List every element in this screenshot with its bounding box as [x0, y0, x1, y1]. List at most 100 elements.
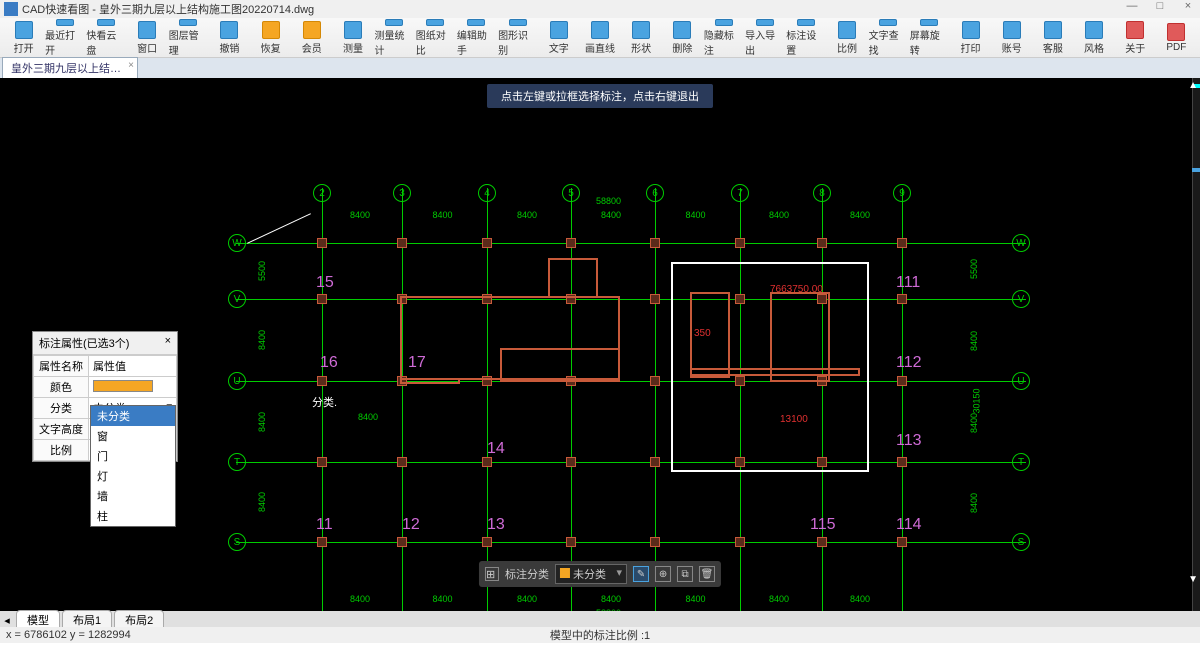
- dim-r-4: 8400: [969, 493, 979, 513]
- toolbar-文字查找[interactable]: 文字查找: [869, 19, 908, 57]
- grid-icon[interactable]: ⊞: [485, 567, 499, 581]
- toolbar-最近打开[interactable]: 最近打开: [45, 19, 84, 57]
- leader-line: [247, 213, 311, 243]
- prop-color-value[interactable]: [89, 377, 177, 398]
- grid-bubble-r-T: T: [1012, 453, 1030, 471]
- layout-prev-icon[interactable]: ◂: [0, 614, 14, 627]
- document-tab[interactable]: 皇外三期九层以上结… ×: [2, 57, 138, 78]
- dropdown-option-未分类[interactable]: 未分类: [91, 406, 175, 426]
- wall-segment: [548, 258, 598, 298]
- dim-top-0: 8400: [350, 210, 370, 220]
- toolbar-画直线[interactable]: 画直线: [580, 19, 619, 57]
- dropdown-option-灯[interactable]: 灯: [91, 466, 175, 486]
- toolbar-编辑助手[interactable]: 编辑助手: [457, 19, 496, 57]
- close-button[interactable]: ×: [1178, 0, 1198, 12]
- column-marker: [566, 457, 576, 467]
- toolbar-会员[interactable]: 会员: [292, 19, 331, 57]
- toolbar-图形识别[interactable]: 图形识别: [498, 19, 537, 57]
- dim-bot-2: 8400: [517, 594, 537, 604]
- dim-top-2: 8400: [517, 210, 537, 220]
- dim-r-1: 8400: [969, 331, 979, 351]
- copy-icon[interactable]: ⧉: [677, 566, 693, 582]
- column-marker: [317, 457, 327, 467]
- column-marker: [317, 376, 327, 386]
- tab-close-icon[interactable]: ×: [128, 60, 134, 71]
- dropdown-option-门[interactable]: 门: [91, 446, 175, 466]
- room-number-12: 12: [402, 516, 420, 534]
- toolbar-图层管理[interactable]: 图层管理: [169, 19, 208, 57]
- dropdown-option-窗[interactable]: 窗: [91, 426, 175, 446]
- column-marker: [566, 238, 576, 248]
- toolbar-客服[interactable]: 客服: [1033, 19, 1072, 57]
- grid-row-W: [236, 243, 1026, 244]
- nav-arrow-down[interactable]: ▼: [1188, 574, 1198, 585]
- app-icon: [4, 2, 18, 16]
- dropdown-option-柱[interactable]: 柱: [91, 506, 175, 526]
- column-marker: [317, 238, 327, 248]
- toolbar-形状[interactable]: 形状: [622, 19, 661, 57]
- move-icon[interactable]: ⊕: [655, 566, 671, 582]
- toolbar-恢复[interactable]: 恢复: [251, 19, 290, 57]
- grid-bubble-r-U: U: [1012, 372, 1030, 390]
- dim-bot-0: 8400: [350, 594, 370, 604]
- delete-icon[interactable]: 🗑: [699, 566, 715, 582]
- toolbar-风格[interactable]: 风格: [1074, 19, 1113, 57]
- column-marker: [817, 537, 827, 547]
- column-marker: [566, 537, 576, 547]
- annotation-category-select[interactable]: 未分类: [555, 564, 627, 584]
- toolbar-测量统计[interactable]: 测量统计: [375, 19, 414, 57]
- wall-segment: [500, 348, 620, 382]
- toolbar-屏幕旋转[interactable]: 屏幕旋转: [910, 19, 949, 57]
- color-swatch: [93, 380, 153, 392]
- toolbar-比例[interactable]: 比例: [827, 19, 866, 57]
- minimize-button[interactable]: —: [1122, 0, 1142, 12]
- grid-bubble-top-5: 5: [562, 184, 580, 202]
- grid-bubble-top-3: 3: [393, 184, 411, 202]
- column-marker: [735, 537, 745, 547]
- toolbar-标注设置[interactable]: 标注设置: [786, 19, 825, 57]
- toolbar-撤销[interactable]: 撤销: [210, 19, 249, 57]
- grid-bubble-l-S: S: [228, 533, 246, 551]
- dim-top-5: 8400: [769, 210, 789, 220]
- hint-banner: 点击左键或拉框选择标注，点击右键退出: [487, 84, 713, 108]
- dropdown-option-墙[interactable]: 墙: [91, 486, 175, 506]
- grid-row-T: [236, 462, 1026, 463]
- panel-close-icon[interactable]: ×: [165, 335, 171, 351]
- toolbar-测量[interactable]: 测量: [333, 19, 372, 57]
- maximize-button[interactable]: □: [1150, 0, 1170, 12]
- toolbar-关于[interactable]: 关于: [1116, 19, 1155, 57]
- grid-bubble-l-W: W: [228, 234, 246, 252]
- tab-label: 皇外三期九层以上结…: [11, 63, 121, 75]
- drawing-canvas[interactable]: 点击左键或拉框选择标注，点击右键退出 2233445566778899WWVVU…: [0, 78, 1200, 627]
- toolbar-账号[interactable]: 账号: [992, 19, 1031, 57]
- toolbar-文字[interactable]: 文字: [539, 19, 578, 57]
- dim-l-2: 8400: [257, 411, 267, 431]
- column-marker: [482, 457, 492, 467]
- title-bar: CAD快速看图 - 皇外三期九层以上结构施工图20220714.dwg — □ …: [0, 0, 1200, 18]
- prop-scale-label: 比例: [34, 440, 89, 461]
- dim-l-0: 5500: [257, 261, 267, 281]
- toolbar-快看云盘[interactable]: 快看云盘: [86, 19, 125, 57]
- dim-top-total: 58800: [596, 196, 621, 206]
- toolbar-导入导出[interactable]: 导入导出: [745, 19, 784, 57]
- toolbar-图纸对比[interactable]: 图纸对比: [416, 19, 455, 57]
- nav-arrow-up[interactable]: ▲: [1188, 80, 1198, 91]
- toolbar-PDF[interactable]: PDF: [1157, 19, 1196, 57]
- dim-r-0: 5500: [969, 259, 979, 279]
- prop-color-label: 颜色: [34, 377, 89, 398]
- column-marker: [482, 238, 492, 248]
- grid-bubble-l-T: T: [228, 453, 246, 471]
- toolbar-删除[interactable]: 删除: [663, 19, 702, 57]
- dim-bot-6: 8400: [850, 594, 870, 604]
- grid-bubble-l-U: U: [228, 372, 246, 390]
- category-dropdown[interactable]: 未分类窗门灯墙柱: [90, 405, 176, 527]
- column-marker: [650, 238, 660, 248]
- dim-top-3: 8400: [601, 210, 621, 220]
- toolbar-窗口[interactable]: 窗口: [128, 19, 167, 57]
- edit-icon[interactable]: ✎: [633, 566, 649, 582]
- room-number-111: 111: [896, 274, 920, 292]
- column-marker: [650, 294, 660, 304]
- toolbar-隐藏标注[interactable]: 隐藏标注: [704, 19, 743, 57]
- toolbar-打开[interactable]: 打开: [4, 19, 43, 57]
- toolbar-打印[interactable]: 打印: [951, 19, 990, 57]
